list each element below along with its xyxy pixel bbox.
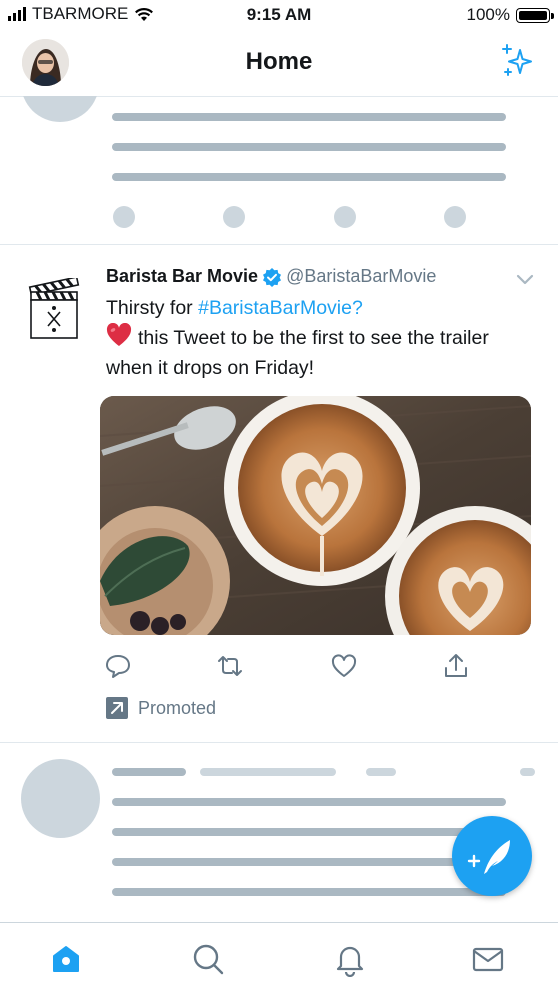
display-name[interactable]: Barista Bar Movie <box>106 266 258 287</box>
page-title: Home <box>245 48 313 75</box>
placeholder-action <box>444 206 466 228</box>
tweet-text-body: this Tweet to be the first to see the tr… <box>106 323 526 383</box>
placeholder-line <box>112 858 506 866</box>
hashtag-link[interactable]: #BaristaBarMovie? <box>198 297 363 319</box>
placeholder-line <box>112 768 186 776</box>
battery-percent: 100% <box>466 5 510 24</box>
chevron-down-icon[interactable] <box>516 274 534 286</box>
placeholder-line <box>112 113 506 121</box>
sparkle-icon[interactable] <box>498 42 536 80</box>
battery: 100% <box>466 5 554 25</box>
heart-icon[interactable] <box>330 652 358 680</box>
placeholder-action <box>334 206 356 228</box>
red-heart-emoji-icon <box>106 323 132 346</box>
tweet-header: Barista Bar Movie @BaristaBarMovie <box>106 266 436 287</box>
tweet-text: Thirsty for #BaristaBarMovie? this Tweet… <box>106 293 526 383</box>
clapperboard-avatar-icon[interactable] <box>28 278 80 340</box>
placeholder-avatar <box>21 759 100 838</box>
home-icon[interactable] <box>48 941 84 977</box>
placeholder-line <box>366 768 396 776</box>
top-bar: Home <box>0 30 558 97</box>
reply-icon[interactable] <box>104 652 132 680</box>
compose-feather-icon <box>467 840 510 874</box>
placeholder-line <box>112 798 506 806</box>
placeholder-action <box>223 206 245 228</box>
promoted-indicator[interactable]: Promoted <box>106 697 216 719</box>
battery-icon <box>516 7 554 23</box>
bottom-tab-bar <box>0 922 558 999</box>
handle[interactable]: @BaristaBarMovie <box>286 266 436 287</box>
tweet-actions <box>0 652 558 682</box>
placeholder-line <box>520 768 535 776</box>
verified-badge-icon <box>263 267 282 287</box>
tweet-media-image[interactable] <box>100 396 531 635</box>
latte-photo-icon <box>100 396 531 635</box>
promoted-label: Promoted <box>138 697 217 718</box>
tweet-text-prefix: Thirsty for <box>106 297 199 319</box>
tweet-text-line1: Thirsty for #BaristaBarMovie? <box>106 293 526 323</box>
placeholder-line <box>112 828 506 836</box>
tweet-text-rest: this Tweet to be the first to see the tr… <box>106 327 489 379</box>
promoted-arrow-icon <box>106 697 128 719</box>
search-icon[interactable] <box>190 941 226 977</box>
placeholder-line <box>200 768 336 776</box>
placeholder-line <box>112 888 506 896</box>
bell-icon[interactable] <box>332 941 368 977</box>
share-icon[interactable] <box>442 652 470 680</box>
placeholder-action <box>113 206 135 228</box>
placeholder-line <box>112 173 506 181</box>
compose-tweet-button[interactable] <box>452 816 532 896</box>
divider <box>0 742 558 743</box>
mail-icon[interactable] <box>470 941 506 977</box>
status-bar: TBARMORE 9:15 AM 100% <box>0 0 558 30</box>
retweet-icon[interactable] <box>216 652 244 680</box>
placeholder-line <box>112 143 506 151</box>
